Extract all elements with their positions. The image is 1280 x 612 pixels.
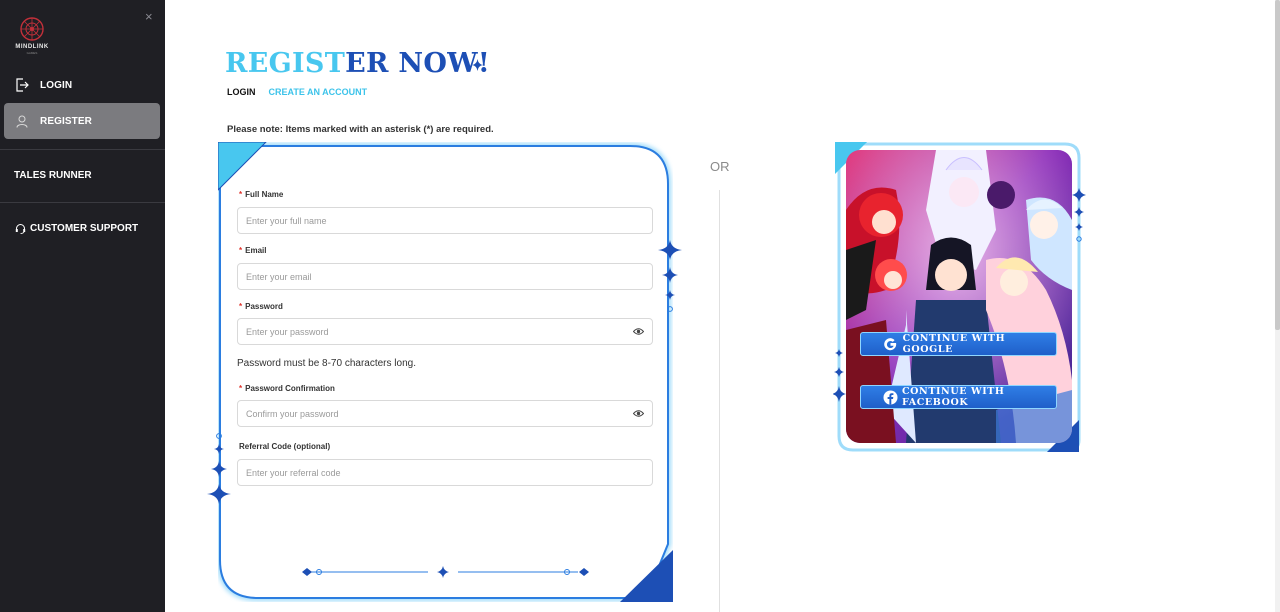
input-placeholder: Enter your full name [246, 215, 327, 226]
title-rest: ER NOW! [345, 48, 491, 79]
sidebar-item-customer-support[interactable]: CUSTOMER SUPPORT [14, 222, 138, 234]
user-icon [14, 113, 30, 129]
password-input[interactable]: Enter your password [237, 318, 653, 345]
tab-create-account[interactable]: CREATE AN ACCOUNT [269, 87, 368, 97]
headset-icon [14, 222, 26, 234]
logo-text: MINDLINK [15, 44, 49, 50]
sidebar-item-label: REGISTER [40, 115, 92, 127]
scrollbar-thumb[interactable] [1275, 0, 1280, 330]
sidebar-divider [0, 202, 165, 203]
sidebar-item-label: LOGIN [40, 79, 73, 91]
title-highlight: REGIST [225, 48, 346, 79]
input-placeholder: Enter your password [246, 326, 329, 337]
input-placeholder: Enter your email [246, 271, 312, 282]
password-confirmation-input[interactable]: Confirm your password [237, 400, 653, 427]
input-placeholder: Confirm your password [246, 408, 339, 419]
social-login-panel: CONTINUE WITH GOOGLE CONTINUE WITH FACEB… [833, 140, 1093, 456]
google-button-label: CONTINUE WITH GOOGLE [902, 333, 1006, 355]
main-content: REGISTER NOW! LOGIN CREATE AN ACCOUNT Pl… [165, 0, 1275, 612]
password-label: * Password [239, 302, 283, 311]
logout-icon [14, 77, 30, 93]
required-asterisk: * [239, 190, 243, 199]
sidebar: MINDLINK GAMES × LOGIN REGISTER TALES RU… [0, 0, 165, 612]
facebook-button-label: CONTINUE WITH FACEBOOK [902, 386, 1005, 408]
referral-input[interactable]: Enter your referral code [237, 459, 653, 486]
sidebar-item-tales-runner[interactable]: TALES RUNNER [14, 170, 92, 181]
required-asterisk: * [239, 246, 243, 255]
or-separator-line [719, 190, 720, 612]
logo-subtext: GAMES [26, 51, 38, 55]
close-icon[interactable]: × [145, 10, 153, 23]
sparkle-cluster-left [207, 433, 231, 504]
email-label: * Email [239, 246, 266, 255]
eye-icon[interactable] [633, 409, 644, 418]
eye-icon[interactable] [633, 327, 644, 336]
mindlink-logo[interactable]: MINDLINK GAMES [14, 16, 50, 55]
google-icon [883, 336, 899, 352]
input-placeholder: Enter your referral code [246, 467, 341, 478]
email-input[interactable]: Enter your email [237, 263, 653, 290]
facebook-icon [883, 389, 898, 405]
continue-with-google-button[interactable]: CONTINUE WITH GOOGLE [860, 332, 1057, 356]
required-asterisk: * [239, 384, 243, 393]
tab-login[interactable]: LOGIN [227, 87, 256, 97]
auth-tabs: LOGIN CREATE AN ACCOUNT [227, 87, 367, 97]
page-title: REGISTER NOW! [225, 48, 490, 79]
page-scrollbar[interactable] [1275, 0, 1280, 612]
full-name-label: * Full Name [239, 190, 283, 199]
continue-with-facebook-button[interactable]: CONTINUE WITH FACEBOOK [860, 385, 1057, 409]
sidebar-item-login[interactable]: LOGIN [4, 67, 160, 103]
sidebar-item-register[interactable]: REGISTER [4, 103, 160, 139]
label-text: Password Confirmation [245, 384, 335, 393]
or-separator-label: OR [710, 159, 730, 174]
label-text: Full Name [245, 190, 284, 199]
label-text: Email [245, 246, 267, 255]
sidebar-divider [0, 149, 165, 150]
referral-label: Referral Code (optional) [239, 442, 331, 451]
mindlink-logo-icon [20, 17, 44, 41]
password-confirmation-label: * Password Confirmation [239, 384, 335, 393]
sparkle-icon [472, 59, 483, 71]
sparkle-cluster-right [658, 240, 682, 312]
full-name-input[interactable]: Enter your full name [237, 207, 653, 234]
label-text: Password [245, 302, 283, 311]
sidebar-item-label: CUSTOMER SUPPORT [30, 222, 139, 234]
required-asterisk: * [239, 302, 243, 311]
required-note: Please note: Items marked with an asteri… [227, 124, 494, 135]
password-hint: Password must be 8-70 characters long. [237, 358, 416, 369]
